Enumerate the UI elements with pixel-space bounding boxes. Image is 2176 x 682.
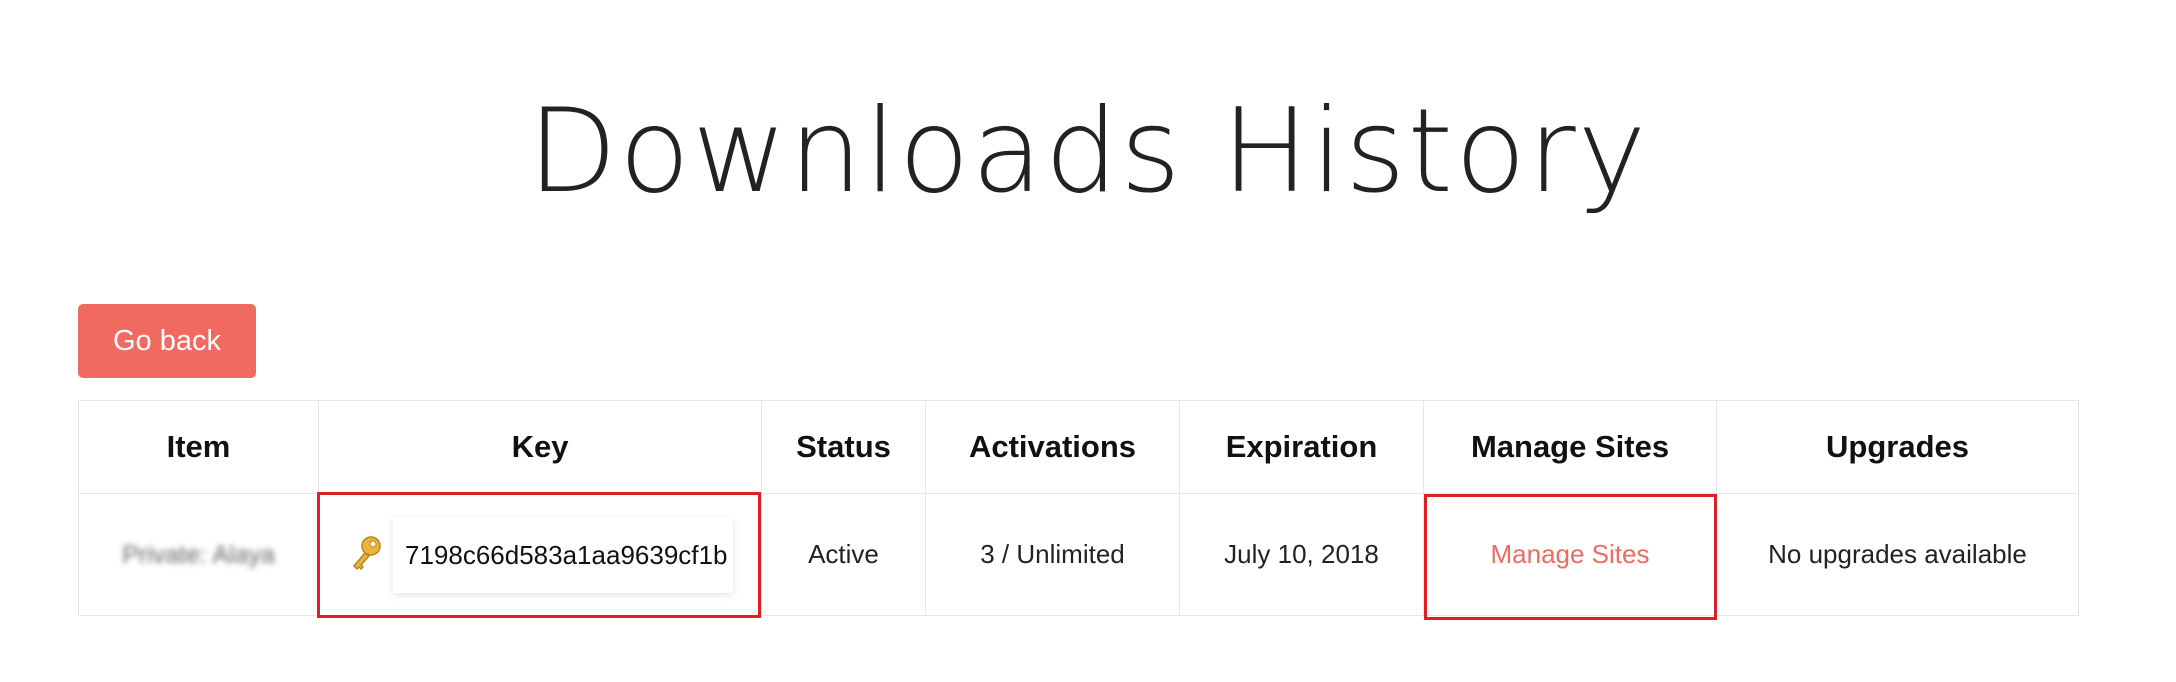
header-key: Key xyxy=(318,400,762,494)
manage-sites-link[interactable]: Manage Sites xyxy=(1491,539,1650,569)
key-icon xyxy=(349,535,385,575)
expiration-cell: July 10, 2018 xyxy=(1179,493,1424,616)
downloads-table: Item Key Status Activations Expiration M… xyxy=(78,400,2079,616)
go-back-button[interactable]: Go back xyxy=(78,304,256,378)
activations-cell: 3 / Unlimited xyxy=(925,493,1180,616)
header-manage-sites: Manage Sites xyxy=(1423,400,1717,494)
manage-sites-cell: Manage Sites xyxy=(1423,493,1717,616)
header-item: Item xyxy=(78,400,319,494)
page-title-text: Downloads History xyxy=(527,84,1649,219)
status-cell: Active xyxy=(761,493,926,616)
header-status: Status xyxy=(761,400,926,494)
table-row: Private: Alaya 7198c66d583a1aa9639cf1b A… xyxy=(78,493,2079,616)
item-name[interactable]: Private: Alaya xyxy=(122,541,275,569)
header-activations: Activations xyxy=(925,400,1180,494)
header-expiration: Expiration xyxy=(1179,400,1424,494)
table-header-row: Item Key Status Activations Expiration M… xyxy=(78,400,2079,494)
header-upgrades: Upgrades xyxy=(1716,400,2079,494)
page-title: Downloads History xyxy=(0,84,2176,220)
item-cell: Private: Alaya xyxy=(78,493,319,616)
upgrades-cell: No upgrades available xyxy=(1716,493,2079,616)
license-key-field[interactable]: 7198c66d583a1aa9639cf1b xyxy=(393,516,733,593)
key-cell: 7198c66d583a1aa9639cf1b xyxy=(318,493,762,616)
